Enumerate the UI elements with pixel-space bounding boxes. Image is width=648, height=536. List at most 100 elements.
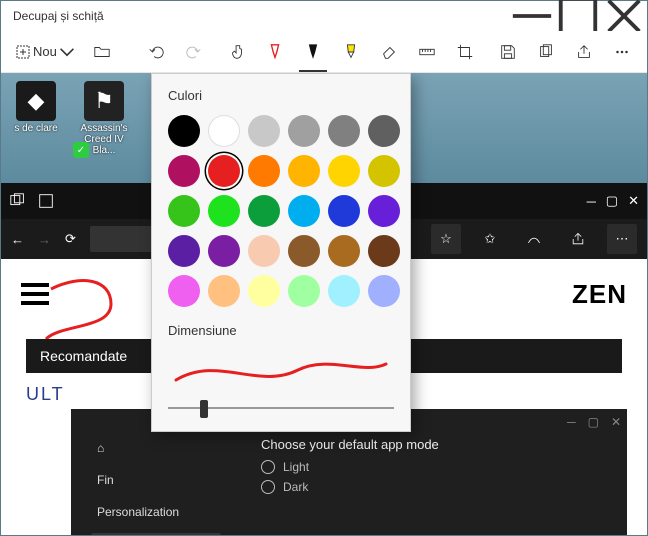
- color-swatch[interactable]: [208, 115, 240, 147]
- chevron-down-icon: [59, 44, 75, 60]
- slider-thumb[interactable]: [200, 400, 208, 418]
- folder-icon: [93, 43, 111, 61]
- color-swatch[interactable]: [248, 155, 280, 187]
- color-swatch[interactable]: [328, 115, 360, 147]
- color-swatch[interactable]: [328, 235, 360, 267]
- pen-black-icon: [304, 43, 322, 61]
- favorites-list-icon[interactable]: ✩: [475, 224, 505, 254]
- app-icon: ◆: [16, 81, 56, 121]
- settings-close-icon: ✕: [611, 415, 621, 429]
- color-swatch-grid: [168, 115, 394, 309]
- color-swatch[interactable]: [168, 275, 200, 307]
- settings-nav-find[interactable]: Fin: [91, 469, 221, 491]
- eraser-icon: [380, 43, 398, 61]
- size-preview: [168, 350, 394, 393]
- settings-content: Choose your default app mode Light Dark: [261, 437, 607, 535]
- color-swatch[interactable]: [328, 195, 360, 227]
- edge-more-icon[interactable]: ⋯: [607, 224, 637, 254]
- undo-button[interactable]: [139, 35, 173, 69]
- canvas-area: ◆ s de clare ⚑✓ Assassin's Creed IV Bla.…: [1, 73, 647, 535]
- pencil-button[interactable]: [296, 35, 330, 69]
- color-swatch[interactable]: [288, 155, 320, 187]
- touch-writing-button[interactable]: [220, 35, 254, 69]
- color-swatch[interactable]: [208, 195, 240, 227]
- color-swatch[interactable]: [208, 275, 240, 307]
- color-swatch[interactable]: [208, 155, 240, 187]
- color-swatch[interactable]: [168, 195, 200, 227]
- radio-light[interactable]: Light: [261, 460, 607, 474]
- color-swatch[interactable]: [368, 115, 400, 147]
- titlebar: Decupaj și schiță: [1, 1, 647, 31]
- minimize-button[interactable]: [509, 1, 555, 31]
- color-swatch[interactable]: [368, 235, 400, 267]
- toolbar: Nou: [1, 31, 647, 73]
- color-swatch[interactable]: [288, 115, 320, 147]
- color-swatch[interactable]: [168, 235, 200, 267]
- save-icon: [499, 43, 517, 61]
- shield-badge-icon: ✓: [73, 142, 89, 158]
- color-swatch[interactable]: [288, 275, 320, 307]
- close-button[interactable]: [601, 1, 647, 31]
- crop-icon: [456, 43, 474, 61]
- refresh-icon[interactable]: ⟳: [65, 231, 76, 247]
- edge-minimize-icon: ─: [587, 194, 596, 209]
- color-swatch[interactable]: [368, 275, 400, 307]
- color-swatch[interactable]: [208, 235, 240, 267]
- color-swatch[interactable]: [368, 195, 400, 227]
- desktop-icon-label: s de clare: [7, 123, 65, 134]
- highlighter-icon: [342, 43, 360, 61]
- subheading: ULT: [26, 384, 65, 405]
- crop-button[interactable]: [448, 35, 482, 69]
- settings-minimize-icon: ─: [567, 415, 576, 429]
- highlighter-button[interactable]: [334, 35, 368, 69]
- settings-nav: ⌂ Fin Personalization ▭ Background: [91, 437, 221, 535]
- pen-color-popup: Culori Dimensiune: [151, 73, 411, 432]
- settings-maximize-icon: ▢: [588, 415, 599, 429]
- share-button[interactable]: [567, 35, 601, 69]
- notes-icon[interactable]: [519, 224, 549, 254]
- forward-icon[interactable]: →: [38, 232, 51, 247]
- color-swatch[interactable]: [168, 115, 200, 147]
- eraser-button[interactable]: [372, 35, 406, 69]
- redo-icon: [185, 43, 203, 61]
- edge-share-icon[interactable]: [563, 224, 593, 254]
- radio-dark[interactable]: Dark: [261, 480, 607, 494]
- favorite-icon[interactable]: ☆: [431, 224, 461, 254]
- color-swatch[interactable]: [368, 155, 400, 187]
- new-icon: [15, 44, 31, 60]
- size-slider[interactable]: [168, 407, 394, 409]
- color-swatch[interactable]: [328, 275, 360, 307]
- ballpoint-pen-button[interactable]: [258, 35, 292, 69]
- ink-stroke: [41, 269, 141, 349]
- color-swatch[interactable]: [288, 195, 320, 227]
- desktop-icon: ◆ s de clare: [7, 81, 65, 134]
- color-swatch[interactable]: [288, 235, 320, 267]
- tabs-icon: [9, 192, 27, 210]
- back-icon[interactable]: ←: [11, 232, 24, 247]
- ruler-button[interactable]: [410, 35, 444, 69]
- settings-nav-home[interactable]: ⌂: [91, 437, 221, 459]
- settings-nav-background[interactable]: ▭ Background: [91, 533, 221, 535]
- new-snip-button[interactable]: Nou: [9, 40, 81, 64]
- color-swatch[interactable]: [328, 155, 360, 187]
- edge-maximize-icon: ▢: [606, 193, 618, 209]
- category-label: Recomandate: [40, 348, 127, 364]
- new-label: Nou: [33, 44, 57, 59]
- size-heading: Dimensiune: [168, 323, 394, 338]
- color-swatch[interactable]: [248, 275, 280, 307]
- ruler-icon: [418, 43, 436, 61]
- maximize-button[interactable]: [555, 1, 601, 31]
- color-swatch[interactable]: [168, 155, 200, 187]
- redo-button[interactable]: [177, 35, 211, 69]
- open-button[interactable]: [85, 35, 119, 69]
- color-swatch[interactable]: [248, 195, 280, 227]
- tab-icon: [37, 192, 55, 210]
- color-swatch[interactable]: [248, 115, 280, 147]
- colors-heading: Culori: [168, 88, 394, 103]
- copy-button[interactable]: [529, 35, 563, 69]
- settings-nav-personalization[interactable]: Personalization: [91, 501, 221, 523]
- copy-icon: [537, 43, 555, 61]
- save-button[interactable]: [491, 35, 525, 69]
- color-swatch[interactable]: [248, 235, 280, 267]
- more-button[interactable]: [605, 35, 639, 69]
